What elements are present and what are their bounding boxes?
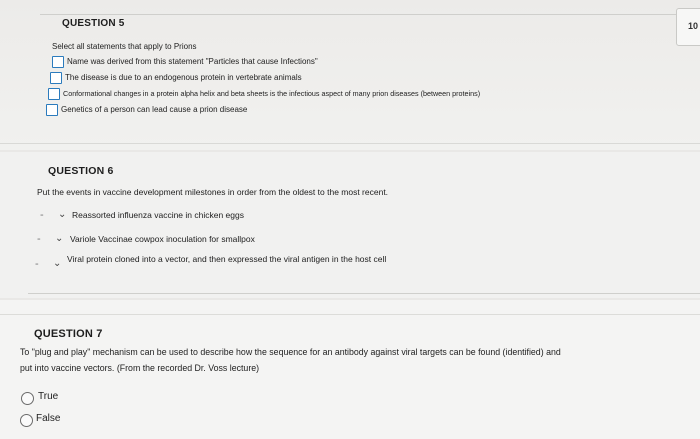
order-select-3[interactable]: - [35, 258, 39, 270]
checkbox-option-2[interactable] [50, 72, 62, 84]
radio-false[interactable] [20, 414, 33, 427]
radio-true-label: True [38, 391, 59, 402]
order-select-2[interactable]: - [37, 233, 41, 245]
order-item-3-label: Viral protein cloned into a vector, and … [67, 254, 387, 264]
chevron-down-icon[interactable]: ⌄ [55, 233, 63, 244]
order-select-1[interactable]: - [40, 209, 44, 221]
checkbox-option-3[interactable] [48, 88, 60, 100]
order-item-1-label: Reassorted influenza vaccine in chicken … [72, 210, 244, 220]
divider [28, 293, 700, 294]
option-2-label: The disease is due to an endogenous prot… [65, 73, 302, 82]
question-7-title: QUESTION 7 [34, 328, 103, 340]
option-1-label: Name was derived from this statement "Pa… [67, 57, 318, 66]
checkbox-option-1[interactable] [52, 56, 64, 68]
question-7-panel: QUESTION 7 To "plug and play" mechanism … [0, 300, 700, 439]
question-6-title: QUESTION 6 [48, 165, 114, 177]
points-value: 10 [688, 21, 699, 31]
order-item-2-label: Variole Vaccinae cowpox inoculation for … [70, 234, 255, 244]
checkbox-option-4[interactable] [46, 104, 58, 116]
question-6-prompt: Put the events in vaccine development mi… [37, 187, 389, 197]
divider [0, 314, 700, 315]
radio-false-label: False [36, 413, 61, 424]
divider [40, 14, 680, 15]
chevron-down-icon[interactable]: ⌄ [58, 209, 66, 220]
question-5-title: QUESTION 5 [62, 18, 125, 29]
chevron-down-icon[interactable]: ⌄ [53, 258, 61, 269]
option-4-label: Genetics of a person can lead cause a pr… [61, 105, 248, 114]
radio-true[interactable] [21, 392, 34, 405]
option-3-label: Conformational changes in a protein alph… [63, 89, 481, 98]
question-5-panel: QUESTION 5 10 Select all statements that… [0, 0, 700, 150]
question-6-panel: QUESTION 6 Put the events in vaccine dev… [0, 152, 700, 298]
points-box: 10 [676, 8, 700, 46]
question-5-prompt: Select all statements that apply to Prio… [52, 42, 197, 51]
divider [0, 143, 700, 144]
question-7-prompt-line-1: To "plug and play" mechanism can be used… [20, 347, 561, 357]
question-7-prompt-line-2: put into vaccine vectors. (From the reco… [20, 363, 260, 373]
